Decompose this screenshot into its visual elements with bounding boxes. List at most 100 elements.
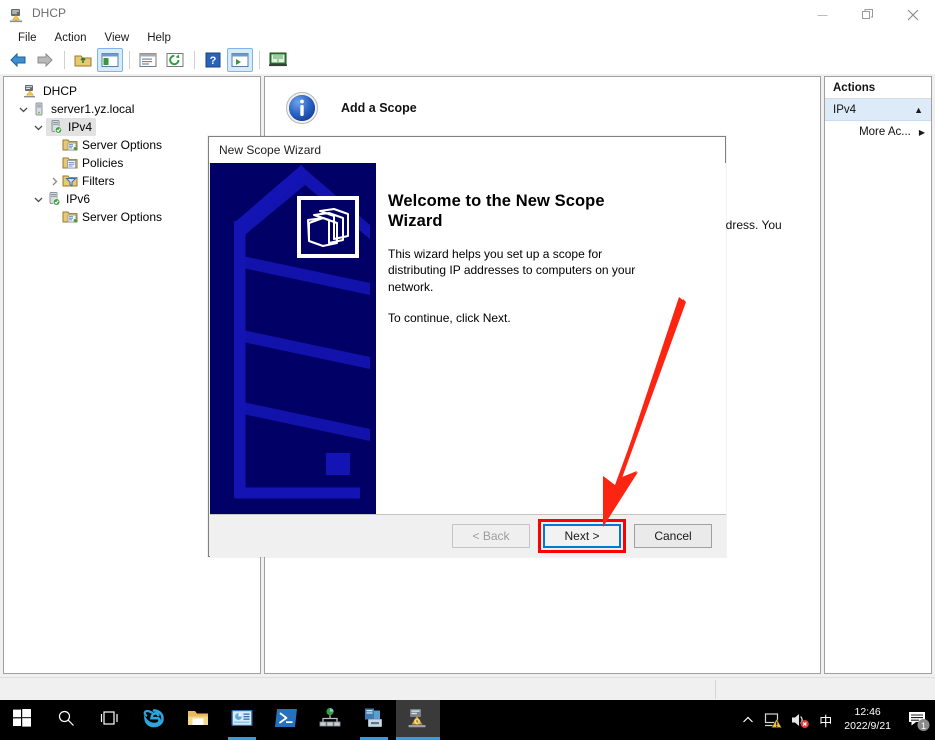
help-button[interactable]: ? [200,48,226,72]
toolbar-separator [64,51,65,69]
task-view-button[interactable] [88,700,132,740]
server-manager-button[interactable] [220,700,264,740]
wizard-paragraph-2: To continue, click Next. [388,310,511,325]
server-options-icon [62,137,78,153]
export-list-button[interactable] [227,48,253,72]
toolbar-separator [194,51,195,69]
wizard-watermark [210,163,376,514]
window-titlebar: DHCP [0,0,935,30]
svg-text:?: ? [210,55,217,67]
network-warning-icon[interactable] [761,700,787,740]
dhcp-server-icon [8,6,26,24]
next-button-highlight: Next > [538,519,626,553]
powershell-button[interactable] [264,700,308,740]
wizard-title: New Scope Wizard [219,143,322,157]
menu-help[interactable]: Help [138,30,180,46]
clock-date: 2022/9/21 [844,720,891,732]
cancel-button[interactable]: Cancel [634,524,712,548]
server-roles-icon [362,707,386,734]
wizard-heading: Welcome to the New Scope Wizard [388,192,605,231]
twisty-expanded-icon[interactable] [31,195,46,204]
internet-explorer-icon [142,706,166,735]
server-roles-button[interactable] [352,700,396,740]
tree-item-label: IPv6 [66,192,91,206]
toolbar-separator [259,51,260,69]
wizard-paragraph-1: This wizard helps you set up a scope for… [388,247,636,294]
windows-logo-icon [13,708,31,732]
folders-icon [297,196,359,258]
help-book-button[interactable] [265,48,291,72]
minimize-button[interactable] [800,0,845,30]
toolbar-separator [129,51,130,69]
details-body-text: ldress. You [723,218,782,232]
network-tool-button[interactable] [308,700,352,740]
internet-explorer-button[interactable] [132,700,176,740]
actions-more-actions[interactable]: More Ac... ▶ [825,121,931,143]
start-button[interactable] [0,700,44,740]
refresh-button[interactable] [162,48,188,72]
filters-icon [62,173,78,189]
notifications-button[interactable]: 1 [901,700,935,740]
forward-button[interactable] [32,48,58,72]
volume-muted-icon[interactable] [787,700,813,740]
new-scope-wizard-dialog: New Scope Wizard Welcome to the New Scop… [208,136,726,557]
window-controls [800,0,935,30]
restore-button[interactable] [845,0,890,30]
tree-item-label: IPv4 [68,120,93,134]
page-title: Add a Scope [341,101,417,115]
menubar: File Action View Help [0,30,935,46]
back-button[interactable] [5,48,31,72]
properties-button[interactable] [135,48,161,72]
notification-count: 1 [921,721,926,731]
dhcp-button[interactable] [396,700,440,740]
tree-item-label: Filters [82,174,115,188]
actions-group-label: IPv4 [833,103,857,116]
show-hide-tree-button[interactable] [97,48,123,72]
clock-time: 12:46 [854,706,881,719]
network-nodes-icon [318,707,342,734]
ime-indicator[interactable]: 中 [813,711,838,730]
twisty-expanded-icon[interactable] [16,105,31,114]
ipv6-node-icon [46,191,62,207]
system-tray: 中 12:46 2022/9/21 1 [735,700,935,740]
tree-item-ipv4[interactable]: IPv4 [4,118,260,136]
menu-file[interactable]: File [9,30,46,46]
window-title: DHCP [32,6,67,20]
twisty-collapsed-icon[interactable] [47,177,62,186]
server-manager-icon [230,708,254,733]
next-button[interactable]: Next > [543,524,621,548]
tree-item-label: server1.yz.local [51,102,135,116]
dhcp-root-icon [23,83,39,99]
tree-item-server1-yz-local[interactable]: server1.yz.local [4,100,260,118]
search-icon [57,709,75,732]
folder-icon [186,707,210,734]
show-hidden-icons-button[interactable] [735,700,761,740]
policies-icon [62,155,78,171]
tree-item-label: Server Options [82,210,163,224]
tree-item-label: Server Options [82,138,163,152]
file-explorer-button[interactable] [176,700,220,740]
up-folder-button[interactable] [70,48,96,72]
close-button[interactable] [890,0,935,30]
info-icon [285,91,319,125]
wizard-titlebar: New Scope Wizard [209,137,725,163]
menu-action[interactable]: Action [46,30,96,46]
dhcp-server-icon [406,707,430,734]
server-icon [31,101,47,117]
task-view-icon [100,709,120,732]
ipv4-node-icon [48,119,64,135]
wizard-footer: < Back Next > Cancel [210,514,726,557]
chevron-up-icon[interactable]: ▲ [914,105,923,115]
taskbar: 中 12:46 2022/9/21 1 [0,700,935,740]
menu-view[interactable]: View [96,30,139,46]
search-button[interactable] [44,700,88,740]
screen: DHCP File Action View Help ? DHCP server… [0,0,935,740]
powershell-icon [274,707,298,734]
tree-item-label: DHCP [43,84,78,98]
clock[interactable]: 12:46 2022/9/21 [838,700,901,740]
actions-group-ipv4[interactable]: IPv4 ▲ [825,99,931,121]
tree-item-dhcp[interactable]: DHCP [4,82,260,100]
tree-item-label: Policies [82,156,124,170]
toolbar: ? [0,46,935,74]
twisty-expanded-icon[interactable] [31,123,46,132]
